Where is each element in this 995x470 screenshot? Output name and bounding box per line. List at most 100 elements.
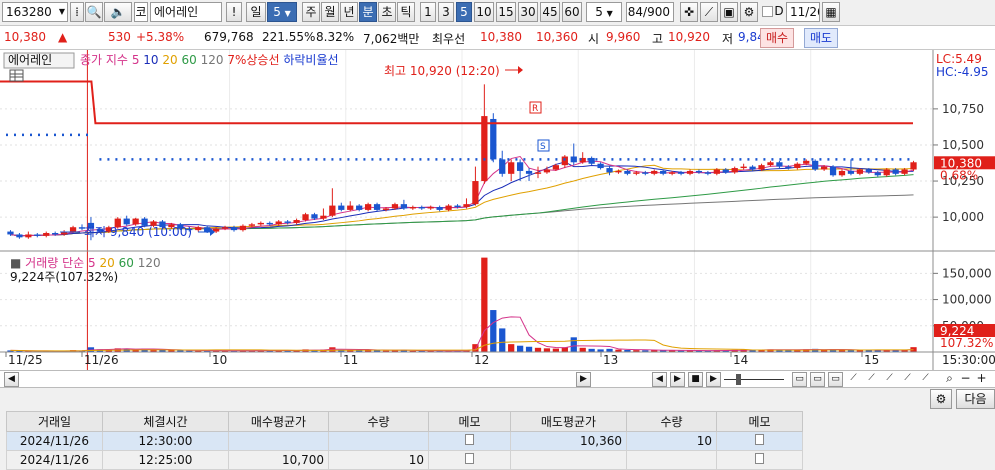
play-forward-icon[interactable]: ▶ xyxy=(706,372,721,387)
buy-button[interactable]: 매수 xyxy=(760,28,794,48)
candle-body xyxy=(239,225,247,231)
plus-icon[interactable]: + xyxy=(974,372,989,387)
row-time: 12:30:00 xyxy=(102,431,229,451)
table-row[interactable]: 2024/11/26 12:25:00 10,700 10 xyxy=(6,450,803,470)
volume-bar xyxy=(508,344,515,352)
stock-step-button[interactable]: ⁞ xyxy=(70,2,84,22)
search-icon[interactable]: 🔍 xyxy=(85,2,103,22)
volume-bar xyxy=(543,348,551,352)
open-label: 시 xyxy=(588,32,600,46)
legend-ma5: 5 xyxy=(132,53,140,67)
unit-tick-button[interactable]: 틱 xyxy=(397,2,415,22)
interval-1-button[interactable]: 1 xyxy=(420,2,436,22)
trend-icon[interactable]: ⟋ xyxy=(846,372,861,387)
period-day-button[interactable]: 일 xyxy=(246,2,266,22)
candle-body xyxy=(436,207,443,210)
row-time: 12:25:00 xyxy=(102,450,229,470)
scroll-right-icon[interactable]: ▶ xyxy=(576,372,591,387)
low-annotation: 최저 9,840 (10:00) xyxy=(84,225,192,239)
alert-button[interactable]: ! xyxy=(226,2,242,22)
interval-45-button[interactable]: 45 xyxy=(540,2,560,22)
candle-body xyxy=(758,165,765,170)
table-icon[interactable] xyxy=(9,69,24,82)
stock-name-field[interactable]: 에어레인 xyxy=(150,2,222,22)
date-input[interactable]: 11/26 xyxy=(786,2,820,22)
time-tick-label: 11 xyxy=(343,353,358,367)
drawing-tool-icon[interactable]: ⟋ xyxy=(700,2,718,22)
candle-body xyxy=(740,166,747,169)
unit-year-button[interactable]: 년 xyxy=(340,2,358,22)
settings-icon[interactable]: ⚙ xyxy=(740,2,758,22)
high-label: 고 xyxy=(652,32,664,46)
candle-body xyxy=(847,170,855,174)
interval-15-button[interactable]: 15 xyxy=(496,2,516,22)
lower-panel: ◀ ▶ ◀ ▶ ■ ▶ ▭ ▭ ▭ ⟋ ⟋ ⟋ ⟋ ⟋ ⌕ − + ⚙ 다음 거… xyxy=(0,370,995,470)
zoom-out-icon[interactable]: ▭ xyxy=(792,372,807,387)
candle-body xyxy=(508,162,515,174)
memo-icon[interactable] xyxy=(428,431,511,451)
sell-button[interactable]: 매도 xyxy=(804,28,838,48)
candle-body xyxy=(785,166,792,169)
speaker-icon[interactable]: 🔈 xyxy=(104,2,132,22)
candle-body xyxy=(248,224,256,226)
candle-body xyxy=(454,205,461,208)
interval-60-button[interactable]: 60 xyxy=(562,2,582,22)
low-label: 저 xyxy=(722,32,734,46)
stock-chart[interactable]: R S 에어레인 종가 지수 5 10 20 60 120 7%상승선 하락비율선… xyxy=(0,50,995,370)
stop-icon[interactable]: ■ xyxy=(688,372,703,387)
dropdown-icon: ▼ xyxy=(606,9,613,18)
zoom-slider-track[interactable] xyxy=(724,379,784,380)
stock-code-input[interactable]: 163280 ▼ xyxy=(2,2,68,22)
unit-second-button[interactable]: 초 xyxy=(378,2,396,22)
arrow-tool-icon[interactable]: ⟋ xyxy=(882,372,897,387)
interval-10-button[interactable]: 10 xyxy=(474,2,494,22)
interval-5-button[interactable]: 5 xyxy=(456,2,472,22)
play-back-icon[interactable]: ▶ xyxy=(670,372,685,387)
candle-body xyxy=(490,118,497,160)
zoom-slider-thumb[interactable] xyxy=(736,374,741,385)
candle-body xyxy=(713,169,720,174)
text-tool-icon[interactable]: ⟋ xyxy=(918,372,933,387)
gear-icon[interactable]: ⚙ xyxy=(930,389,952,409)
period-value-select[interactable]: 5 ▼ xyxy=(267,2,297,22)
next-button[interactable]: 다음 xyxy=(956,389,995,409)
legend-ma20: 20 xyxy=(162,53,177,67)
memo-add-icon[interactable] xyxy=(428,450,511,470)
crosshair-icon[interactable]: ✜ xyxy=(680,2,698,22)
volume-bar xyxy=(552,348,560,352)
candle-body xyxy=(16,234,23,238)
candle-body xyxy=(686,170,694,174)
zoom-fit-icon[interactable]: ▭ xyxy=(810,372,825,387)
magnifier-icon[interactable]: ⌕ xyxy=(942,372,957,387)
fib-tool-icon[interactable]: ⟋ xyxy=(900,372,915,387)
row-buy-qty: 10 xyxy=(328,450,429,470)
minus-icon[interactable]: − xyxy=(958,372,973,387)
unit-month-button[interactable]: 월 xyxy=(321,2,339,22)
candle-body xyxy=(812,160,819,170)
time-axis-end: 15:30:00 xyxy=(942,353,995,367)
table-row[interactable]: 2024/11/26 12:30:00 10,360 10 xyxy=(6,431,803,451)
interval-count-select[interactable]: 5 ▼ xyxy=(586,2,622,22)
candle-body xyxy=(651,170,658,174)
save-icon[interactable]: ▣ xyxy=(720,2,738,22)
volume-current: 9,224주(107.32%) xyxy=(10,270,118,284)
interval-30-button[interactable]: 30 xyxy=(518,2,538,22)
volume-bar xyxy=(570,337,577,352)
interval-3-button[interactable]: 3 xyxy=(438,2,454,22)
memo-icon[interactable] xyxy=(716,450,803,470)
legend-ma10: 10 xyxy=(143,53,158,67)
memo-add-icon[interactable] xyxy=(716,431,803,451)
first-page-icon[interactable]: ◀ xyxy=(652,372,667,387)
time-tick-label: 15 xyxy=(864,353,879,367)
scroll-left-icon[interactable]: ◀ xyxy=(4,372,19,387)
line-tool-icon[interactable]: ⟋ xyxy=(864,372,879,387)
d-checkbox[interactable] xyxy=(762,6,773,17)
time-tick-label: 11/25 xyxy=(8,353,43,367)
chart-scrollbar[interactable]: ◀ ▶ ◀ ▶ ■ ▶ ▭ ▭ ▭ ⟋ ⟋ ⟋ ⟋ ⟋ ⌕ − + xyxy=(0,370,995,388)
unit-minute-button[interactable]: 분 xyxy=(359,2,377,22)
zoom-in-icon[interactable]: ▭ xyxy=(828,372,843,387)
best-quote-label: 최우선 xyxy=(432,32,466,46)
unit-week-button[interactable]: 주 xyxy=(302,2,320,22)
calendar-icon[interactable]: ▦ xyxy=(822,2,840,22)
display-range-field[interactable]: 84/900 xyxy=(626,2,674,22)
